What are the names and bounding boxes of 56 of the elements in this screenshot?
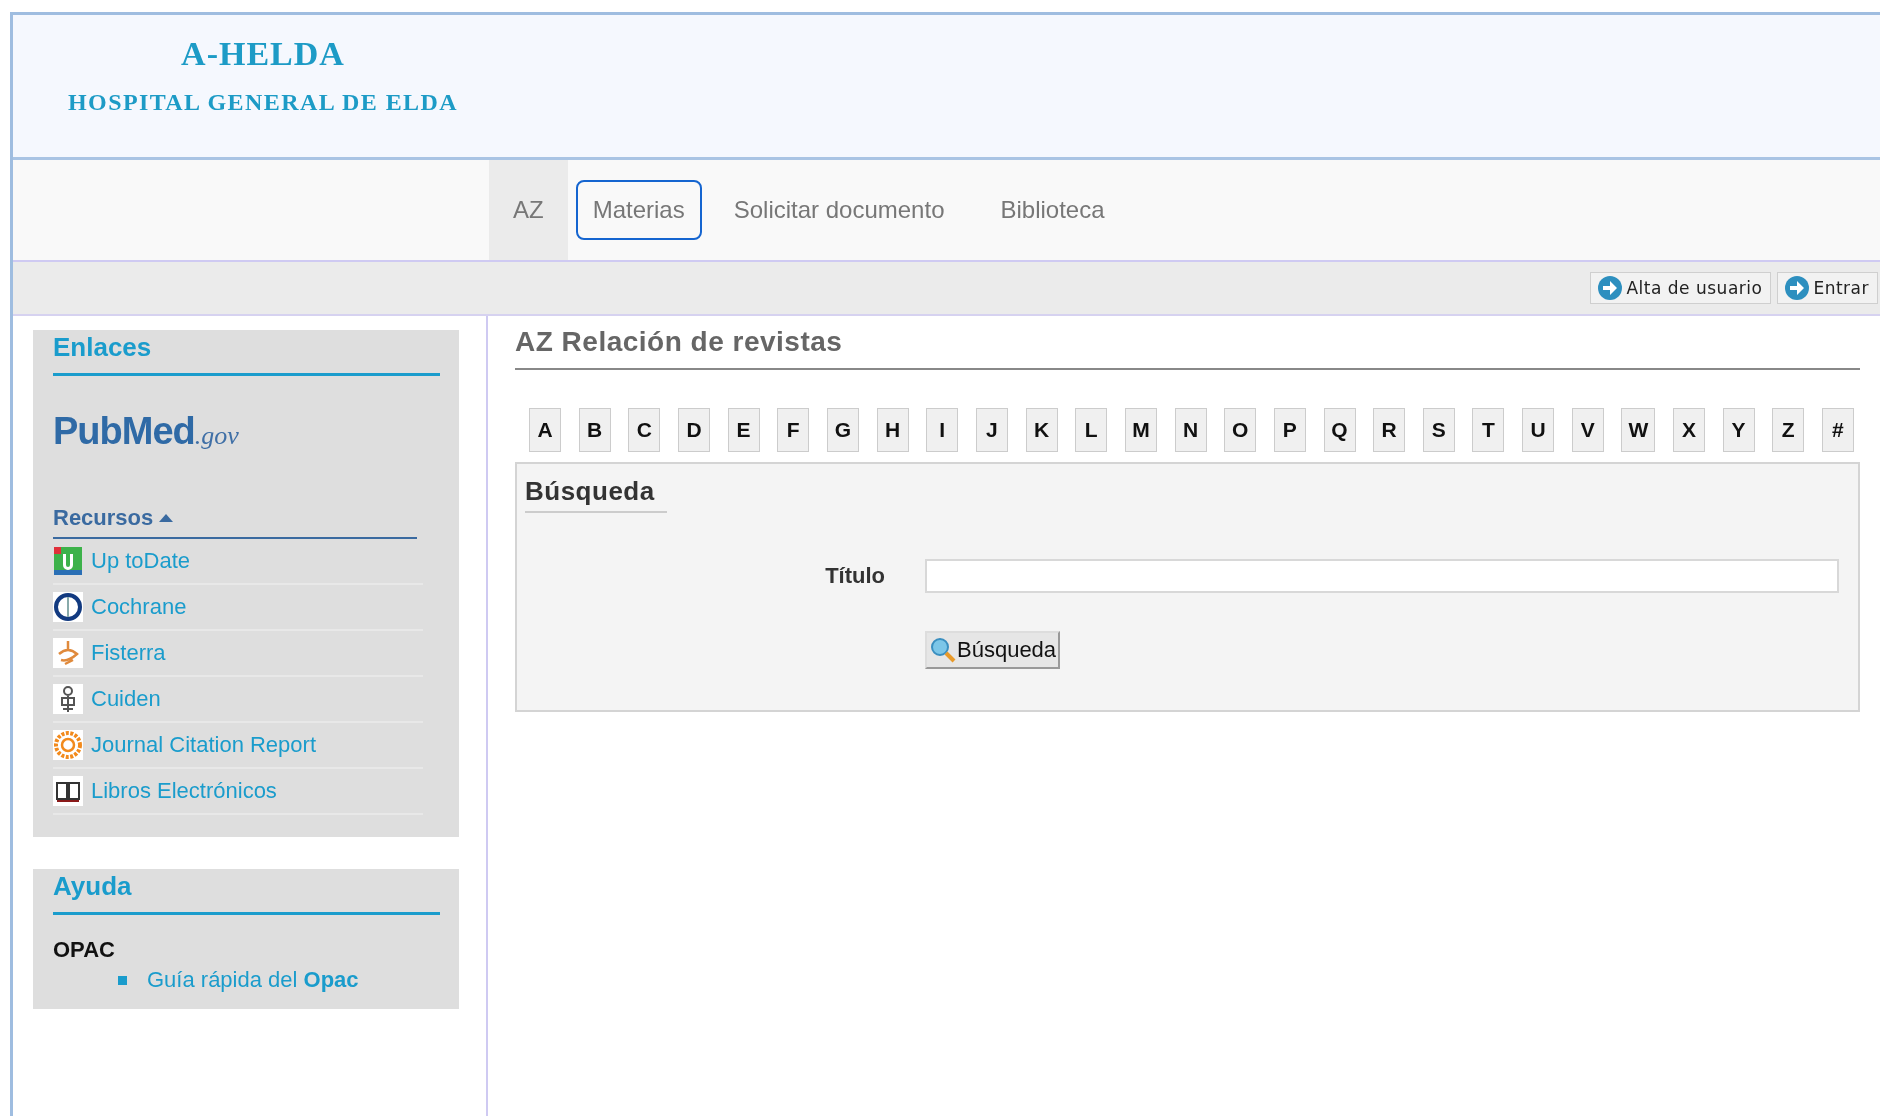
search-icon xyxy=(929,636,957,664)
letter-button[interactable]: G xyxy=(826,408,859,452)
letter-button[interactable]: A xyxy=(529,408,561,452)
letter-button[interactable]: I xyxy=(926,408,959,452)
letter-button[interactable]: F xyxy=(777,408,810,452)
ring-icon xyxy=(53,592,83,622)
letter-button[interactable]: Z xyxy=(1772,408,1805,452)
toolbar-button[interactable]: Alta de usuario xyxy=(1590,272,1772,304)
page-title: AZ Relación de revistas xyxy=(515,326,844,358)
nav-tab[interactable]: Biblioteca xyxy=(976,160,1129,260)
letter-button[interactable]: X xyxy=(1672,408,1705,452)
panel-title: Ayuda xyxy=(53,870,133,902)
resources-header[interactable]: Recursos xyxy=(53,505,417,539)
letter-button[interactable]: C xyxy=(628,408,661,452)
letter-button[interactable]: Q xyxy=(1323,408,1356,452)
book-icon xyxy=(53,776,83,806)
pubmed-logo[interactable]: PubMed.gov xyxy=(53,410,239,453)
letter-button[interactable]: K xyxy=(1025,408,1058,452)
letter-button[interactable]: L xyxy=(1075,408,1108,452)
letter-button[interactable]: O xyxy=(1224,408,1257,452)
caret-icon xyxy=(159,514,174,522)
letter-button[interactable]: Y xyxy=(1722,408,1755,452)
letter-button[interactable]: J xyxy=(975,408,1008,452)
nav-tab[interactable]: AZ xyxy=(489,160,568,260)
site-subtitle: HOSPITAL GENERAL DE ELDA xyxy=(68,89,458,116)
letter-button[interactable]: H xyxy=(876,408,909,452)
bullet-icon xyxy=(118,975,127,985)
site-title: A-HELDA xyxy=(181,35,345,73)
letter-button[interactable]: M xyxy=(1124,408,1157,452)
nav-tab[interactable]: Solicitar documento xyxy=(709,160,969,260)
panel-heading: Búsqueda xyxy=(525,476,667,513)
letter-button[interactable]: P xyxy=(1273,408,1306,452)
section-heading: OPAC xyxy=(53,937,116,963)
figure-icon xyxy=(53,684,83,714)
letter-button[interactable]: B xyxy=(578,408,611,452)
letter-button[interactable]: E xyxy=(727,408,760,452)
swirl-icon xyxy=(53,638,83,668)
letter-tile-icon xyxy=(53,546,83,576)
search-button[interactable]: Búsqueda xyxy=(925,631,1061,669)
arrow-circle-icon xyxy=(1597,275,1624,301)
letter-button[interactable]: R xyxy=(1373,408,1406,452)
title-input-field[interactable] xyxy=(925,559,1839,593)
letter-button[interactable]: U xyxy=(1522,408,1555,452)
letter-button[interactable]: N xyxy=(1174,408,1207,452)
letter-button[interactable]: D xyxy=(677,408,710,452)
letter-button[interactable]: S xyxy=(1422,408,1455,452)
panel-title: Enlaces xyxy=(53,331,153,363)
toolbar-button[interactable]: Entrar xyxy=(1777,272,1878,304)
letter-button[interactable]: T xyxy=(1472,408,1505,452)
sun-ring-icon xyxy=(53,730,83,760)
arrow-circle-icon xyxy=(1784,275,1811,301)
nav-tab[interactable]: Materias xyxy=(575,180,702,240)
letter-button[interactable]: W xyxy=(1621,408,1656,452)
letter-button[interactable]: V xyxy=(1571,408,1604,452)
field-label: Título xyxy=(824,563,886,589)
letter-button[interactable]: # xyxy=(1821,408,1854,452)
